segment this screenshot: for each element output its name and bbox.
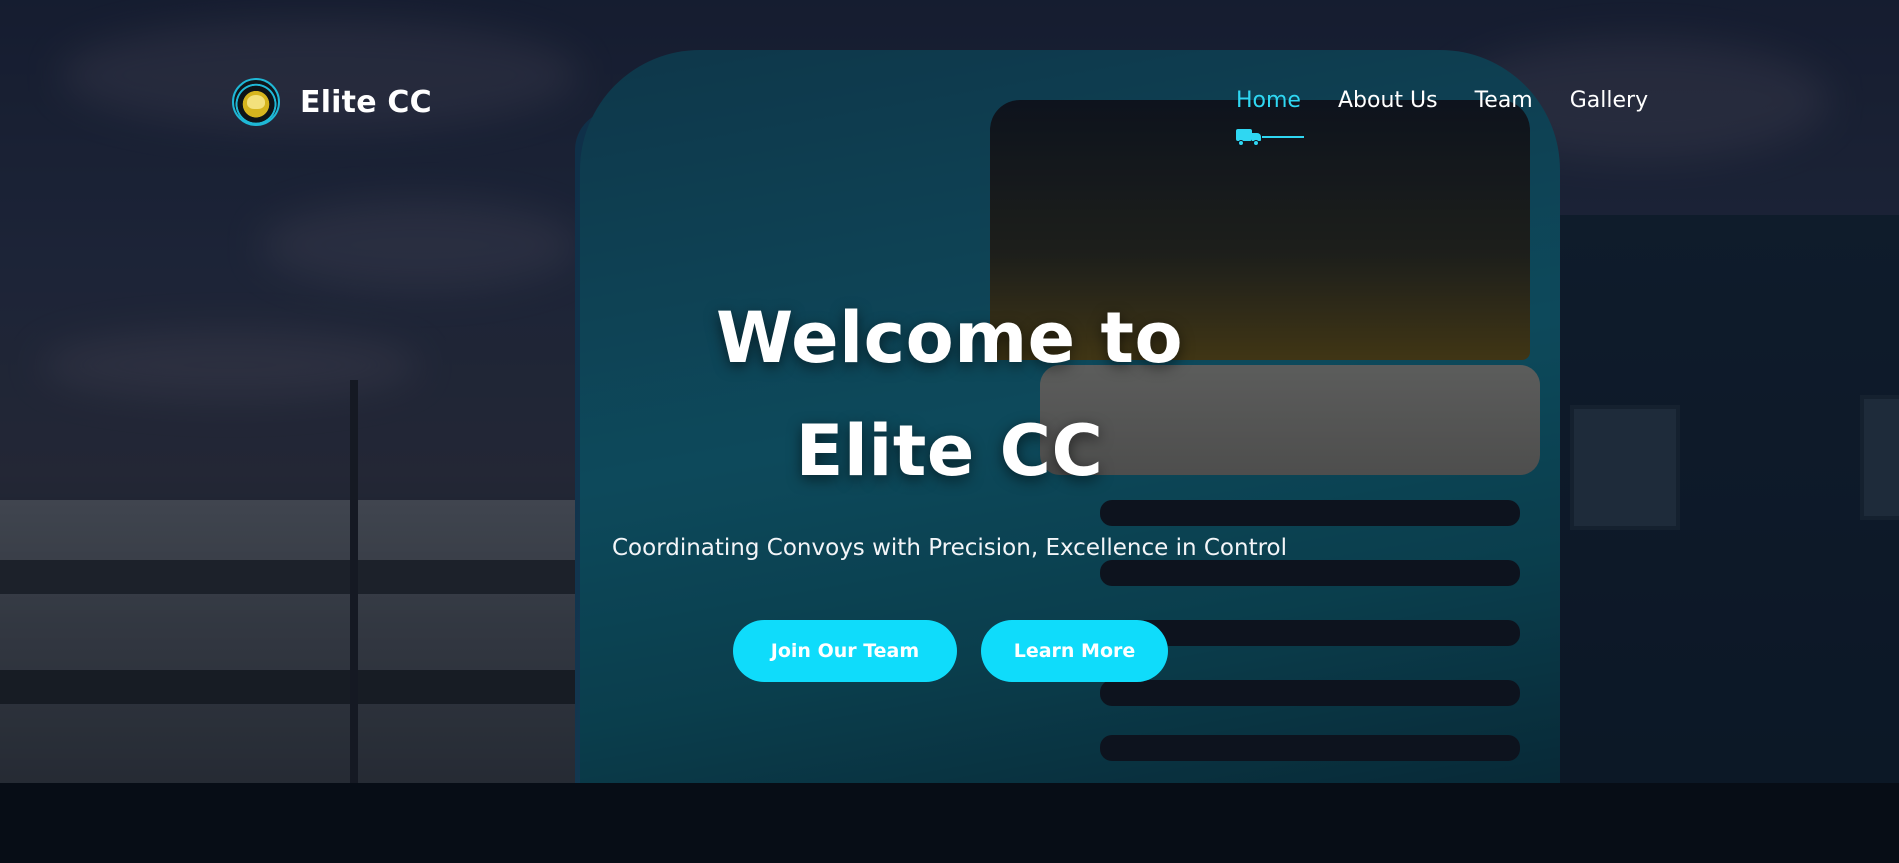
brand-name: Elite CC [300, 84, 432, 120]
nav-item-gallery[interactable]: Gallery [1570, 88, 1648, 113]
hero-title-line1: Welcome to [715, 297, 1184, 379]
nav-item-home[interactable]: Home [1236, 88, 1301, 113]
active-underline [1262, 136, 1304, 138]
site-header: Elite CC Home About Us Team Gallery [0, 0, 1899, 150]
nav-item-team[interactable]: Team [1475, 88, 1533, 113]
hero-title-line2: Elite CC [795, 410, 1104, 492]
join-our-team-button[interactable]: Join Our Team [733, 620, 957, 682]
hero-tagline: Coordinating Convoys with Precision, Exc… [611, 535, 1288, 561]
main-nav: Home About Us Team Gallery [1236, 88, 1648, 146]
eagle-icon [247, 95, 265, 109]
truck-icon [1236, 128, 1262, 146]
brand-link[interactable]: Elite CC [232, 78, 432, 126]
nav-active-indicator [1236, 128, 1304, 146]
nav-item-about-us[interactable]: About Us [1338, 88, 1438, 113]
learn-more-button[interactable]: Learn More [981, 620, 1168, 682]
elite-convoys-logo-icon [232, 78, 280, 126]
